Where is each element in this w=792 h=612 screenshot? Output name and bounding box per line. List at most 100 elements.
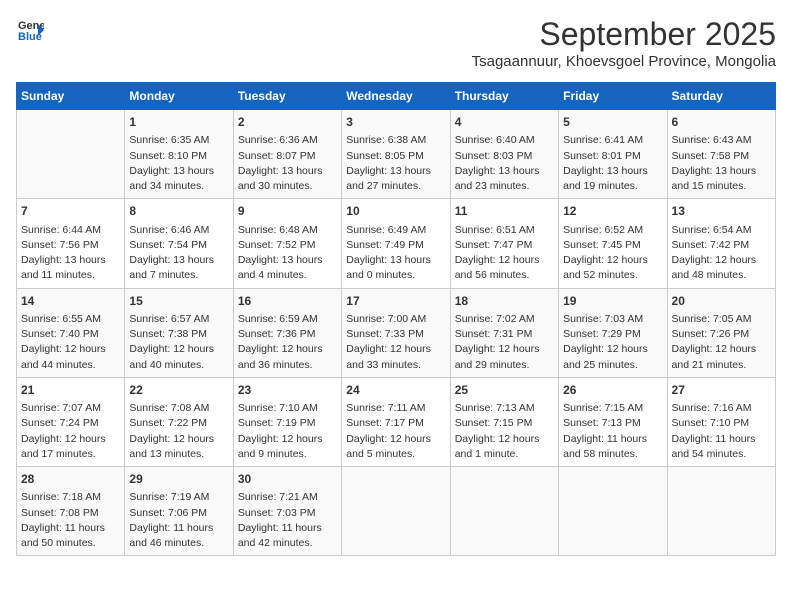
day-number: 18 bbox=[455, 293, 554, 310]
calendar-cell: 24 Sunrise: 7:11 AM Sunset: 7:17 PM Dayli… bbox=[342, 377, 450, 466]
calendar-cell: 17 Sunrise: 7:00 AM Sunset: 7:33 PM Dayli… bbox=[342, 288, 450, 377]
cell-content: Sunrise: 7:07 AM Sunset: 7:24 PM Dayligh… bbox=[21, 401, 120, 462]
cell-content: Sunrise: 7:03 AM Sunset: 7:29 PM Dayligh… bbox=[563, 312, 662, 373]
cell-content: Sunrise: 7:19 AM Sunset: 7:06 PM Dayligh… bbox=[129, 490, 228, 551]
calendar-cell: 16 Sunrise: 6:59 AM Sunset: 7:36 PM Dayli… bbox=[233, 288, 341, 377]
calendar-body: 1 Sunrise: 6:35 AM Sunset: 8:10 PM Daylig… bbox=[17, 110, 776, 556]
day-number: 30 bbox=[238, 471, 337, 488]
calendar-cell: 22 Sunrise: 7:08 AM Sunset: 7:22 PM Dayli… bbox=[125, 377, 233, 466]
day-number: 10 bbox=[346, 203, 445, 220]
cell-content: Sunrise: 6:44 AM Sunset: 7:56 PM Dayligh… bbox=[21, 223, 120, 284]
header-tuesday: Tuesday bbox=[233, 83, 341, 110]
cell-content: Sunrise: 7:18 AM Sunset: 7:08 PM Dayligh… bbox=[21, 490, 120, 551]
calendar-cell: 29 Sunrise: 7:19 AM Sunset: 7:06 PM Dayli… bbox=[125, 467, 233, 556]
header-thursday: Thursday bbox=[450, 83, 558, 110]
calendar-cell: 10 Sunrise: 6:49 AM Sunset: 7:49 PM Dayli… bbox=[342, 199, 450, 288]
day-number: 11 bbox=[455, 203, 554, 220]
day-number: 24 bbox=[346, 382, 445, 399]
calendar-table: SundayMondayTuesdayWednesdayThursdayFrid… bbox=[16, 82, 776, 556]
day-number: 27 bbox=[672, 382, 771, 399]
calendar-cell: 7 Sunrise: 6:44 AM Sunset: 7:56 PM Daylig… bbox=[17, 199, 125, 288]
day-number: 29 bbox=[129, 471, 228, 488]
calendar-cell: 4 Sunrise: 6:40 AM Sunset: 8:03 PM Daylig… bbox=[450, 110, 558, 199]
calendar-cell: 30 Sunrise: 7:21 AM Sunset: 7:03 PM Dayli… bbox=[233, 467, 341, 556]
calendar-cell: 6Sunrise: 6:43 AM Sunset: 7:58 PM Daylig… bbox=[667, 110, 775, 199]
cell-content: Sunrise: 6:57 AM Sunset: 7:38 PM Dayligh… bbox=[129, 312, 228, 373]
day-number: 1 bbox=[129, 114, 228, 131]
header-friday: Friday bbox=[559, 83, 667, 110]
calendar-cell: 13 Sunrise: 6:54 AM Sunset: 7:42 PM Dayli… bbox=[667, 199, 775, 288]
calendar-cell: 28 Sunrise: 7:18 AM Sunset: 7:08 PM Dayli… bbox=[17, 467, 125, 556]
calendar-cell: 21 Sunrise: 7:07 AM Sunset: 7:24 PM Dayli… bbox=[17, 377, 125, 466]
calendar-cell bbox=[559, 467, 667, 556]
cell-content: Sunrise: 6:46 AM Sunset: 7:54 PM Dayligh… bbox=[129, 223, 228, 284]
calendar-cell bbox=[450, 467, 558, 556]
week-row-2: 7 Sunrise: 6:44 AM Sunset: 7:56 PM Daylig… bbox=[17, 199, 776, 288]
main-title: September 2025 bbox=[472, 16, 776, 53]
day-number: 9 bbox=[238, 203, 337, 220]
day-number: 3 bbox=[346, 114, 445, 131]
calendar-cell: 25 Sunrise: 7:13 AM Sunset: 7:15 PM Dayli… bbox=[450, 377, 558, 466]
calendar-cell: 27 Sunrise: 7:16 AM Sunset: 7:10 PM Dayli… bbox=[667, 377, 775, 466]
calendar-cell: 8 Sunrise: 6:46 AM Sunset: 7:54 PM Daylig… bbox=[125, 199, 233, 288]
day-number: 16 bbox=[238, 293, 337, 310]
cell-content: Sunrise: 7:15 AM Sunset: 7:13 PM Dayligh… bbox=[563, 401, 662, 462]
day-number: 25 bbox=[455, 382, 554, 399]
cell-content: Sunrise: 7:08 AM Sunset: 7:22 PM Dayligh… bbox=[129, 401, 228, 462]
week-row-5: 28 Sunrise: 7:18 AM Sunset: 7:08 PM Dayli… bbox=[17, 467, 776, 556]
cell-content: Sunrise: 6:59 AM Sunset: 7:36 PM Dayligh… bbox=[238, 312, 337, 373]
cell-content: Sunrise: 6:38 AM Sunset: 8:05 PM Dayligh… bbox=[346, 133, 445, 194]
header-wednesday: Wednesday bbox=[342, 83, 450, 110]
calendar-cell: 1 Sunrise: 6:35 AM Sunset: 8:10 PM Daylig… bbox=[125, 110, 233, 199]
calendar-cell: 9 Sunrise: 6:48 AM Sunset: 7:52 PM Daylig… bbox=[233, 199, 341, 288]
calendar-cell: 18 Sunrise: 7:02 AM Sunset: 7:31 PM Dayli… bbox=[450, 288, 558, 377]
day-number: 12 bbox=[563, 203, 662, 220]
cell-content: Sunrise: 7:16 AM Sunset: 7:10 PM Dayligh… bbox=[672, 401, 771, 462]
cell-content: Sunrise: 6:51 AM Sunset: 7:47 PM Dayligh… bbox=[455, 223, 554, 284]
day-number: 21 bbox=[21, 382, 120, 399]
cell-content: Sunrise: 6:48 AM Sunset: 7:52 PM Dayligh… bbox=[238, 223, 337, 284]
day-number: 7 bbox=[21, 203, 120, 220]
cell-content: Sunrise: 6:54 AM Sunset: 7:42 PM Dayligh… bbox=[672, 223, 771, 284]
calendar-cell: 23Sunrise: 7:10 AM Sunset: 7:19 PM Dayli… bbox=[233, 377, 341, 466]
day-number: 14 bbox=[21, 293, 120, 310]
cell-content: Sunrise: 6:52 AM Sunset: 7:45 PM Dayligh… bbox=[563, 223, 662, 284]
day-number: 4 bbox=[455, 114, 554, 131]
cell-content: Sunrise: 6:43 AM Sunset: 7:58 PM Dayligh… bbox=[672, 133, 771, 194]
week-row-4: 21 Sunrise: 7:07 AM Sunset: 7:24 PM Dayli… bbox=[17, 377, 776, 466]
week-row-1: 1 Sunrise: 6:35 AM Sunset: 8:10 PM Daylig… bbox=[17, 110, 776, 199]
day-number: 8 bbox=[129, 203, 228, 220]
header-sunday: Sunday bbox=[17, 83, 125, 110]
calendar-cell: 26Sunrise: 7:15 AM Sunset: 7:13 PM Dayli… bbox=[559, 377, 667, 466]
logo-icon: General Blue bbox=[16, 16, 44, 44]
week-row-3: 14 Sunrise: 6:55 AM Sunset: 7:40 PM Dayli… bbox=[17, 288, 776, 377]
cell-content: Sunrise: 7:10 AM Sunset: 7:19 PM Dayligh… bbox=[238, 401, 337, 462]
day-number: 17 bbox=[346, 293, 445, 310]
day-number: 15 bbox=[129, 293, 228, 310]
cell-content: Sunrise: 6:40 AM Sunset: 8:03 PM Dayligh… bbox=[455, 133, 554, 194]
day-number: 19 bbox=[563, 293, 662, 310]
calendar-cell bbox=[342, 467, 450, 556]
day-number: 13 bbox=[672, 203, 771, 220]
cell-content: Sunrise: 7:11 AM Sunset: 7:17 PM Dayligh… bbox=[346, 401, 445, 462]
cell-content: Sunrise: 6:49 AM Sunset: 7:49 PM Dayligh… bbox=[346, 223, 445, 284]
calendar-cell: 20Sunrise: 7:05 AM Sunset: 7:26 PM Dayli… bbox=[667, 288, 775, 377]
day-number: 28 bbox=[21, 471, 120, 488]
cell-content: Sunrise: 7:00 AM Sunset: 7:33 PM Dayligh… bbox=[346, 312, 445, 373]
cell-content: Sunrise: 7:13 AM Sunset: 7:15 PM Dayligh… bbox=[455, 401, 554, 462]
calendar-cell: 14 Sunrise: 6:55 AM Sunset: 7:40 PM Dayli… bbox=[17, 288, 125, 377]
day-number: 22 bbox=[129, 382, 228, 399]
cell-content: Sunrise: 6:41 AM Sunset: 8:01 PM Dayligh… bbox=[563, 133, 662, 194]
day-number: 2 bbox=[238, 114, 337, 131]
calendar-cell: 5Sunrise: 6:41 AM Sunset: 8:01 PM Daylig… bbox=[559, 110, 667, 199]
cell-content: Sunrise: 7:02 AM Sunset: 7:31 PM Dayligh… bbox=[455, 312, 554, 373]
logo: General Blue bbox=[16, 16, 46, 44]
calendar-cell: 11 Sunrise: 6:51 AM Sunset: 7:47 PM Dayli… bbox=[450, 199, 558, 288]
calendar-cell: 15 Sunrise: 6:57 AM Sunset: 7:38 PM Dayli… bbox=[125, 288, 233, 377]
cell-content: Sunrise: 6:55 AM Sunset: 7:40 PM Dayligh… bbox=[21, 312, 120, 373]
cell-content: Sunrise: 6:35 AM Sunset: 8:10 PM Dayligh… bbox=[129, 133, 228, 194]
calendar-cell bbox=[17, 110, 125, 199]
calendar-cell: 3 Sunrise: 6:38 AM Sunset: 8:05 PM Daylig… bbox=[342, 110, 450, 199]
cell-content: Sunrise: 7:21 AM Sunset: 7:03 PM Dayligh… bbox=[238, 490, 337, 551]
cell-content: Sunrise: 7:05 AM Sunset: 7:26 PM Dayligh… bbox=[672, 312, 771, 373]
